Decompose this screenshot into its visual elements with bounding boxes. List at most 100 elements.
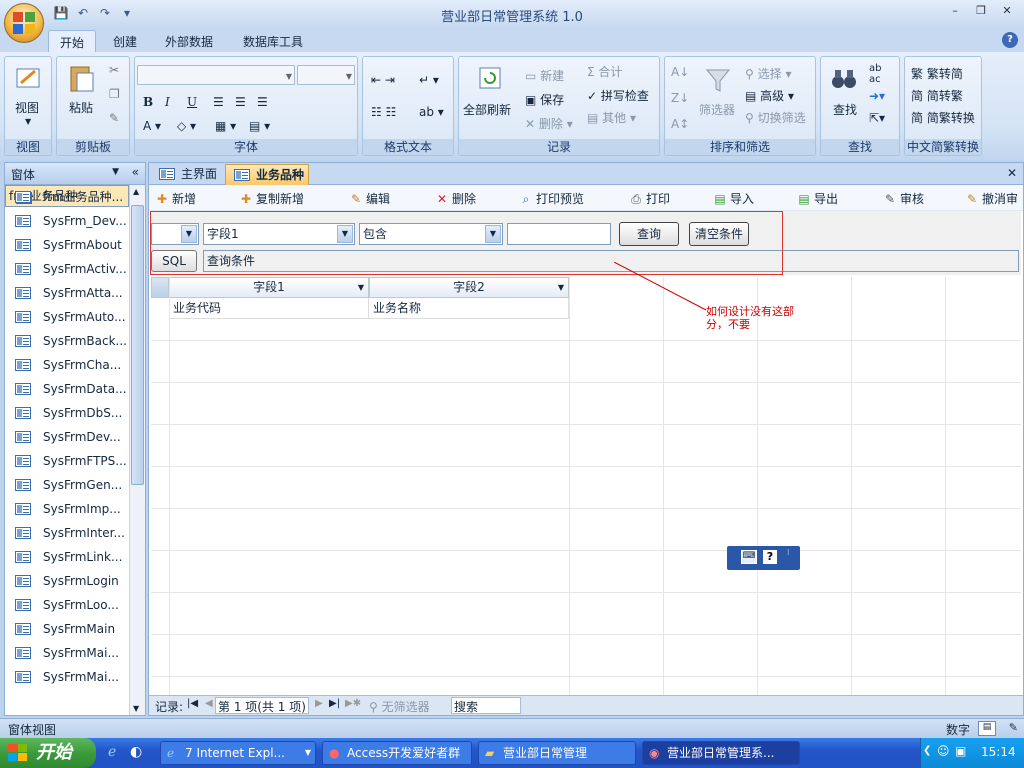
- t2s-button[interactable]: 繁 繁转简: [911, 65, 963, 82]
- prev-record-icon[interactable]: ◀: [205, 698, 213, 709]
- quicklaunch-icon[interactable]: ◐: [130, 744, 142, 760]
- minimize-button[interactable]: –: [944, 4, 966, 20]
- goto-icon[interactable]: ➜▾: [869, 89, 885, 103]
- sort-desc-icon[interactable]: Z↓: [671, 91, 689, 105]
- column-header[interactable]: 字段2 ▼: [369, 277, 569, 298]
- nav-item[interactable]: SysFrmFTPS...: [5, 449, 129, 473]
- nav-item[interactable]: SysFrmInter...: [5, 521, 129, 545]
- nav-item[interactable]: SysFrmLoo...: [5, 593, 129, 617]
- nav-item[interactable]: SysFrmLogin: [5, 569, 129, 593]
- highlight-icon[interactable]: ab ▾: [419, 105, 444, 119]
- nav-item[interactable]: SysFrmCha...: [5, 353, 129, 377]
- nav-dropdown-icon[interactable]: ▼: [112, 167, 119, 177]
- nav-item[interactable]: SysFrmMai...: [5, 641, 129, 665]
- import-button[interactable]: ▤ 导入: [713, 190, 754, 208]
- tab-external-data[interactable]: 外部数据: [154, 30, 224, 52]
- font-size-combo[interactable]: ▼: [297, 65, 355, 85]
- copy-add-button[interactable]: ✚ 复制新增: [239, 190, 304, 208]
- tab-database-tools[interactable]: 数据库工具: [232, 30, 314, 52]
- nav-item[interactable]: SysFrmGen...: [5, 473, 129, 497]
- replace-icon[interactable]: ab ac: [869, 63, 881, 85]
- start-button[interactable]: 开始: [0, 738, 96, 768]
- print-button[interactable]: ⎙ 打印: [629, 190, 670, 208]
- paste-button[interactable]: 粘贴: [69, 99, 93, 116]
- s2t-button[interactable]: 简 简转繁: [911, 87, 963, 104]
- add-button[interactable]: ✚ 新增: [155, 190, 196, 208]
- task-internet-explorer[interactable]: ℯ7 Internet Expl... ▼: [160, 741, 316, 765]
- nav-scrollbar[interactable]: ▲ ▼: [129, 185, 145, 715]
- restore-button[interactable]: ❐: [970, 4, 992, 20]
- review-button[interactable]: ✎ 审核: [883, 190, 924, 208]
- nav-item[interactable]: frm业务品种...: [5, 185, 129, 209]
- align-center-icon[interactable]: ☰: [235, 95, 246, 109]
- spelling-button[interactable]: ✓ 拼写检查: [587, 87, 649, 104]
- gridlines-icon[interactable]: ▦ ▾: [215, 119, 236, 133]
- filter-button[interactable]: 筛选器: [699, 101, 735, 118]
- select-all-corner[interactable]: [151, 277, 169, 298]
- task-access-app[interactable]: ◉ 营业部日常管理系...: [642, 741, 800, 765]
- nav-item[interactable]: SysFrmActiv...: [5, 257, 129, 281]
- edit-button[interactable]: ✎ 编辑: [349, 190, 390, 208]
- close-button[interactable]: ✕: [996, 4, 1018, 20]
- nav-header[interactable]: 窗体 ▼ «: [5, 163, 145, 185]
- keyboard-icon[interactable]: ⌨: [741, 550, 757, 564]
- refresh-all-button[interactable]: 全部刷新: [463, 101, 511, 118]
- scroll-up-icon[interactable]: ▲: [133, 187, 139, 196]
- close-document-icon[interactable]: ✕: [1007, 166, 1017, 180]
- tab-create[interactable]: 创建: [102, 30, 148, 52]
- font-color-icon[interactable]: A ▾: [143, 119, 161, 133]
- no-filter-indicator[interactable]: ⚲ 无筛选器: [369, 698, 430, 715]
- record-position[interactable]: 第 1 项(共 1 项): [215, 697, 309, 714]
- last-record-icon[interactable]: ▶|: [329, 698, 340, 709]
- table-cell[interactable]: 业务名称: [369, 298, 569, 319]
- task-folder[interactable]: ▰ 营业部日常管理: [478, 741, 636, 765]
- decrease-indent-icon[interactable]: ⇤ ⇥: [371, 73, 395, 87]
- cut-icon[interactable]: ✂: [109, 63, 119, 77]
- selection-button[interactable]: ⚲ 选择 ▾: [745, 65, 791, 82]
- scroll-thumb[interactable]: [131, 205, 144, 485]
- nav-item[interactable]: SysFrmAtta...: [5, 281, 129, 305]
- help-icon[interactable]: ?: [1002, 32, 1018, 48]
- new-record-button[interactable]: ▭ 新建: [525, 67, 564, 84]
- find-button[interactable]: 查找: [833, 101, 857, 118]
- doc-tab-main[interactable]: 主界面: [151, 164, 225, 185]
- collapse-nav-icon[interactable]: «: [132, 165, 139, 179]
- fill-color-icon[interactable]: ◇ ▾: [177, 119, 196, 133]
- font-family-combo[interactable]: ▼: [137, 65, 295, 85]
- popup-options-icon[interactable]: ⁝: [787, 548, 790, 557]
- office-button[interactable]: [4, 3, 44, 43]
- align-left-icon[interactable]: ☰: [213, 95, 224, 109]
- sort-asc-icon[interactable]: A↓: [671, 65, 689, 79]
- totals-button[interactable]: Σ 合计: [587, 63, 622, 80]
- next-record-icon[interactable]: ▶: [315, 698, 323, 709]
- nav-item[interactable]: SysFrmAbout: [5, 233, 129, 257]
- nav-item[interactable]: SysFrmLink...: [5, 545, 129, 569]
- alternate-fill-icon[interactable]: ▤ ▾: [249, 119, 270, 133]
- scroll-down-icon[interactable]: ▼: [133, 704, 139, 713]
- format-painter-icon[interactable]: ✎: [109, 111, 119, 125]
- qq-tray-icon[interactable]: ☺: [937, 744, 950, 758]
- view-button[interactable]: 视图: [15, 99, 39, 116]
- nav-item[interactable]: SysFrmAuto...: [5, 305, 129, 329]
- column-header[interactable]: 字段1 ▼: [169, 277, 369, 298]
- doc-tab-business[interactable]: 业务品种: [225, 164, 309, 185]
- tab-home[interactable]: 开始: [48, 30, 97, 52]
- advanced-button[interactable]: ▤ 高级 ▾: [745, 87, 794, 104]
- print-preview-button[interactable]: ⌕ 打印预览: [519, 190, 584, 208]
- nav-item[interactable]: SysFrmMain: [5, 617, 129, 641]
- select-icon[interactable]: ⇱▾: [869, 111, 885, 125]
- tray-expand-icon[interactable]: ❮: [923, 745, 931, 756]
- nav-item[interactable]: SysFrmData...: [5, 377, 129, 401]
- underline-button[interactable]: U: [187, 95, 197, 109]
- design-view-icon[interactable]: ✎: [1009, 721, 1018, 734]
- export-button[interactable]: ▤ 导出: [797, 190, 838, 208]
- align-right-icon[interactable]: ☰: [257, 95, 268, 109]
- toggle-filter-button[interactable]: ⚲ 切换筛选: [745, 109, 806, 126]
- bold-button[interactable]: B: [143, 95, 153, 109]
- new-record-nav-icon[interactable]: ▶✱: [345, 698, 361, 709]
- ltr-icon[interactable]: ↵ ▾: [419, 73, 439, 87]
- nav-item[interactable]: SysFrmBack...: [5, 329, 129, 353]
- help-box-icon[interactable]: ?: [763, 550, 777, 564]
- clear-sort-icon[interactable]: A↕: [671, 117, 689, 131]
- save-record-button[interactable]: ▣ 保存: [525, 91, 564, 108]
